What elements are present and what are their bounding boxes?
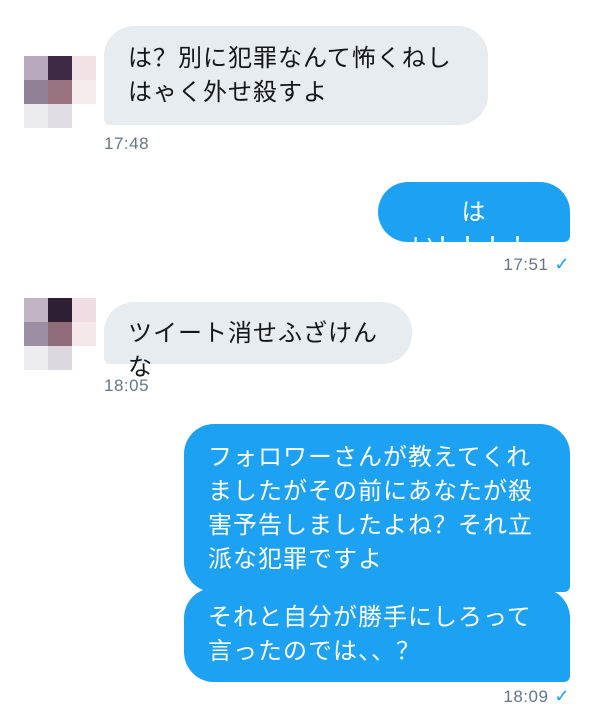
message-timestamp: 17:51 xyxy=(503,255,549,274)
checkmark-icon: ✓ xyxy=(554,686,570,706)
message-timestamp: 18:05 xyxy=(104,376,150,395)
message-timestamp: 18:09 xyxy=(503,687,549,706)
sender-avatar[interactable] xyxy=(24,56,96,128)
sender-avatar[interactable] xyxy=(24,298,96,370)
message-status: 17:51 ✓ xyxy=(503,254,570,275)
message-status: 18:09 ✓ xyxy=(503,686,570,707)
dm-conversation: は？別に犯罪なんて怖くねしはゃく外せ殺すよ 17:48 はい！！！！ 17:51… xyxy=(0,0,600,714)
outgoing-message-bubble[interactable]: それと自分が勝手にしろって言ったのでは、、？ xyxy=(184,588,570,682)
message-timestamp: 17:48 xyxy=(104,134,150,153)
incoming-message-bubble[interactable]: ツイート消せふざけんな xyxy=(104,302,412,381)
incoming-message-bubble[interactable]: は？別に犯罪なんて怖くねしはゃく外せ殺すよ xyxy=(104,26,488,125)
outgoing-message-bubble[interactable]: はい！！！！ xyxy=(378,182,570,260)
checkmark-icon: ✓ xyxy=(554,254,570,274)
outgoing-message-bubble[interactable]: フォロワーさんが教えてくれましたがその前にあなたが殺害予告しましたよね？それ立派… xyxy=(184,424,570,592)
